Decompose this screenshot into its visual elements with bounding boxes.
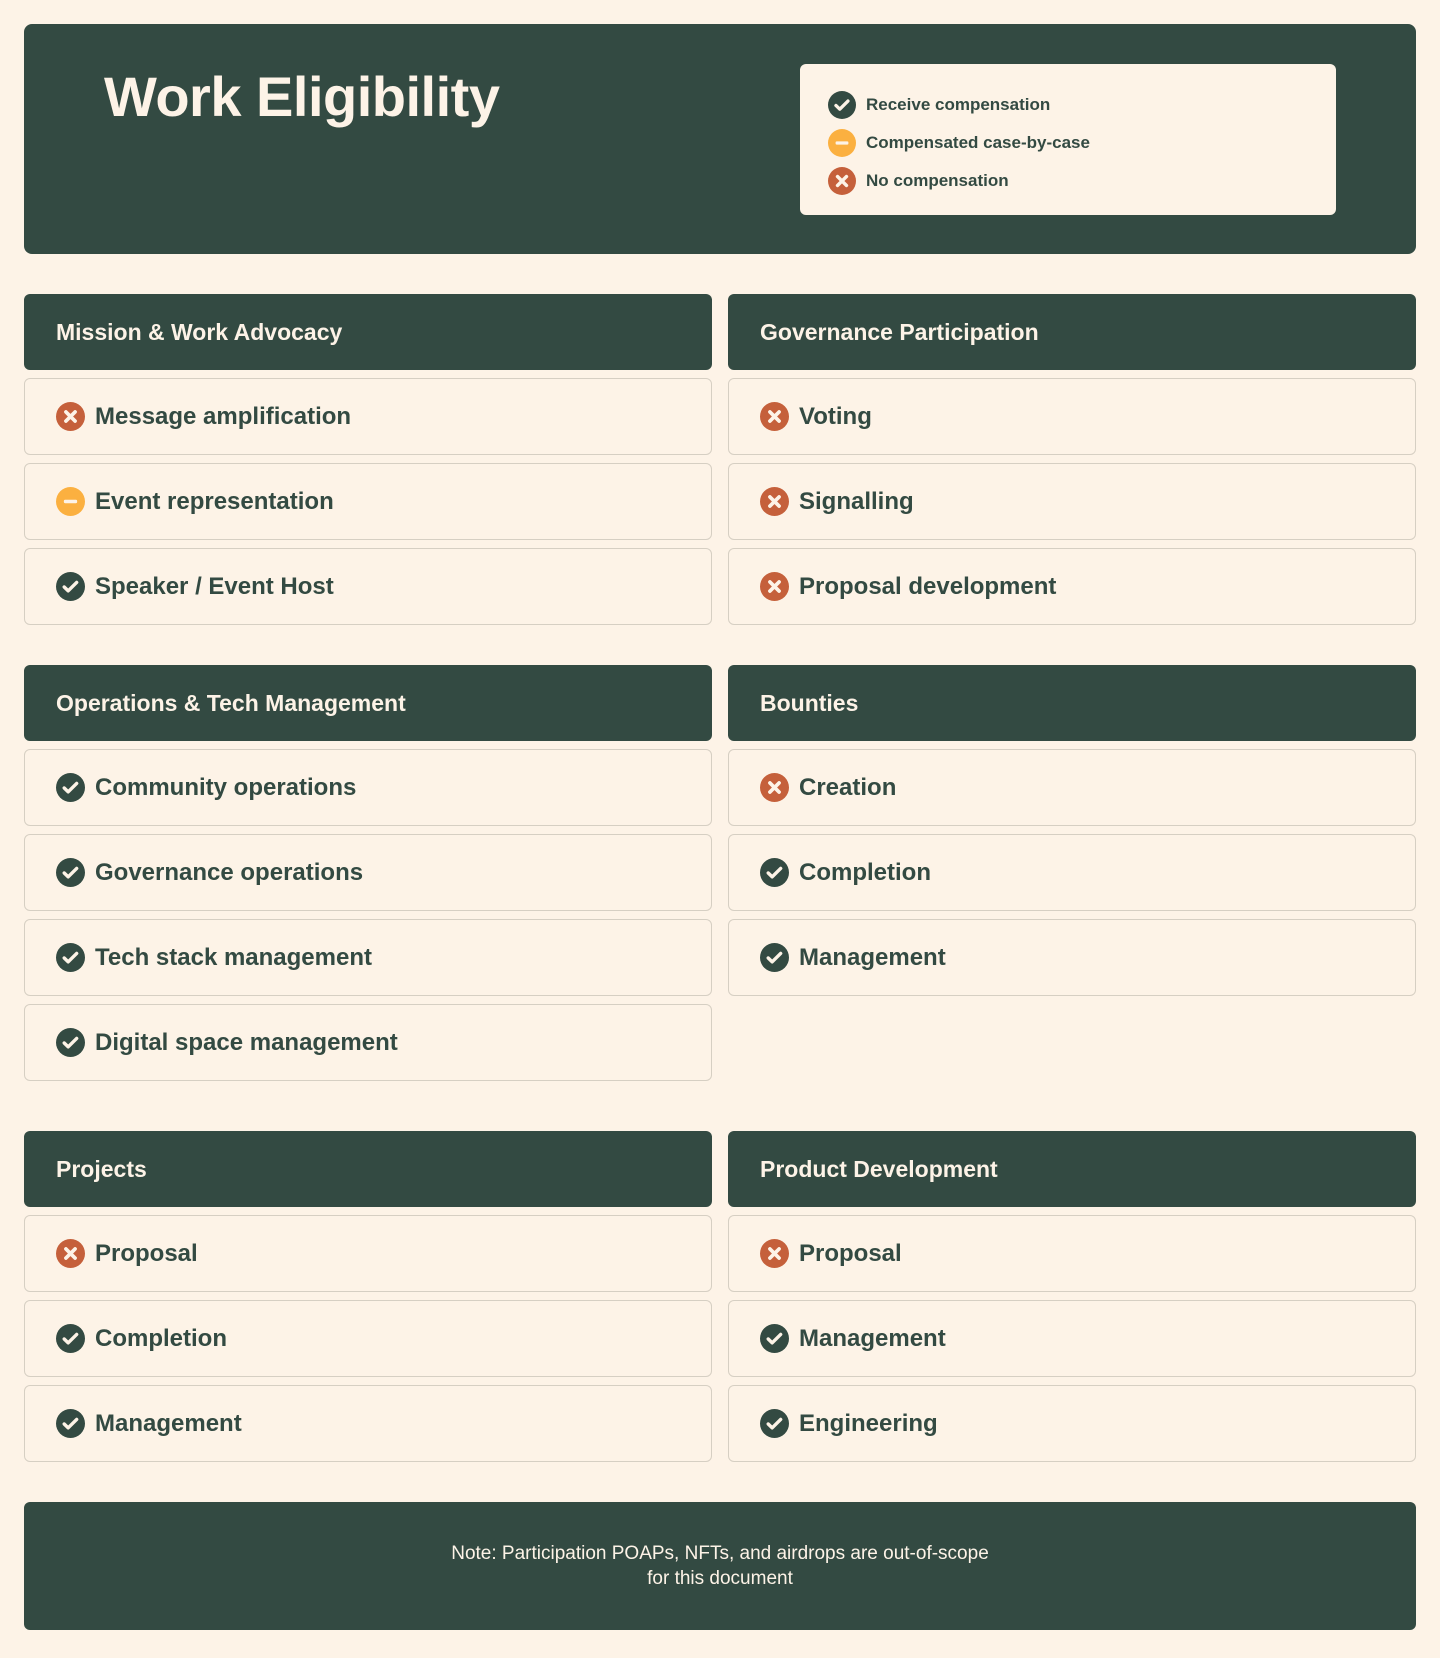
minus-circle-icon [56, 487, 85, 516]
check-circle-icon [56, 1324, 85, 1353]
item-label: Engineering [799, 1409, 938, 1437]
item-label: Signalling [799, 487, 914, 515]
item-label: Digital space management [95, 1028, 398, 1056]
list-item: Governance operations [24, 834, 712, 911]
x-circle-icon [760, 572, 789, 601]
group-projects: Projects Proposal Completion Management [24, 1131, 712, 1462]
minus-circle-icon [828, 129, 856, 157]
item-label: Management [799, 943, 946, 971]
legend-label: Receive compensation [866, 95, 1051, 114]
legend-item-no: No compensation [828, 162, 1308, 200]
item-label: Voting [799, 402, 872, 430]
note-text: Note: Participation POAPs, NFTs, and air… [451, 1543, 989, 1589]
group-header: Product Development [728, 1131, 1416, 1207]
legend-label: No compensation [866, 171, 1009, 190]
item-label: Completion [95, 1324, 227, 1352]
item-label: Community operations [95, 773, 357, 801]
list-item: Proposal [728, 1215, 1416, 1292]
check-circle-icon [828, 91, 856, 119]
x-circle-icon [760, 402, 789, 431]
item-label: Speaker / Event Host [95, 572, 334, 600]
legend: Receive compensation Compensated case-by… [800, 64, 1336, 215]
check-circle-icon [56, 1028, 85, 1057]
check-circle-icon [760, 858, 789, 887]
list-item: Signalling [728, 463, 1416, 540]
list-item: Engineering [728, 1385, 1416, 1462]
list-item: Voting [728, 378, 1416, 455]
list-item: Tech stack management [24, 919, 712, 996]
list-item: Completion [24, 1300, 712, 1377]
group-header: Governance Participation [728, 294, 1416, 370]
check-circle-icon [760, 943, 789, 972]
legend-item-yes: Receive compensation [828, 86, 1308, 124]
item-label: Creation [799, 773, 897, 801]
item-label: Proposal development [799, 572, 1057, 600]
x-circle-icon [760, 1239, 789, 1268]
check-circle-icon [760, 1324, 789, 1353]
categories-grid: Mission & Work Advocacy Message amplific… [24, 294, 1416, 1502]
group-governance-participation: Governance Participation Voting Signalli… [728, 294, 1416, 625]
item-label: Management [95, 1409, 242, 1437]
check-circle-icon [56, 572, 85, 601]
x-circle-icon [56, 1239, 85, 1268]
list-item: Event representation [24, 463, 712, 540]
page-header: Work Eligibility Receive compensation Co… [24, 24, 1416, 254]
list-item: Message amplification [24, 378, 712, 455]
list-item: Management [728, 1300, 1416, 1377]
x-circle-icon [56, 402, 85, 431]
legend-item-maybe: Compensated case-by-case [828, 124, 1308, 162]
list-item: Completion [728, 834, 1416, 911]
page-title: Work Eligibility [104, 65, 500, 128]
item-label: Proposal [95, 1239, 198, 1267]
check-circle-icon [56, 858, 85, 887]
item-label: Event representation [95, 487, 334, 515]
list-item: Management [728, 919, 1416, 996]
list-item: Proposal development [728, 548, 1416, 625]
check-circle-icon [760, 1409, 789, 1438]
list-item: Creation [728, 749, 1416, 826]
group-bounties: Bounties Creation Completion Management [728, 665, 1416, 1081]
check-circle-icon [56, 1409, 85, 1438]
group-header: Mission & Work Advocacy [24, 294, 712, 370]
group-header: Operations & Tech Management [24, 665, 712, 741]
check-circle-icon [56, 943, 85, 972]
list-item: Community operations [24, 749, 712, 826]
footer-note: Note: Participation POAPs, NFTs, and air… [24, 1502, 1416, 1630]
item-label: Message amplification [95, 402, 352, 430]
item-label: Tech stack management [95, 943, 372, 971]
group-mission-work-advocacy: Mission & Work Advocacy Message amplific… [24, 294, 712, 625]
group-header: Projects [24, 1131, 712, 1207]
group-product-development: Product Development Proposal Management … [728, 1131, 1416, 1462]
item-label: Completion [799, 858, 931, 886]
legend-label: Compensated case-by-case [866, 133, 1090, 152]
item-label: Management [799, 1324, 946, 1352]
group-header: Bounties [728, 665, 1416, 741]
list-item: Digital space management [24, 1004, 712, 1081]
group-operations-tech-management: Operations & Tech Management Community o… [24, 665, 712, 1081]
list-item: Speaker / Event Host [24, 548, 712, 625]
x-circle-icon [828, 167, 856, 195]
x-circle-icon [760, 487, 789, 516]
list-item: Proposal [24, 1215, 712, 1292]
check-circle-icon [56, 773, 85, 802]
item-label: Proposal [799, 1239, 902, 1267]
list-item: Management [24, 1385, 712, 1462]
x-circle-icon [760, 773, 789, 802]
item-label: Governance operations [95, 858, 364, 886]
